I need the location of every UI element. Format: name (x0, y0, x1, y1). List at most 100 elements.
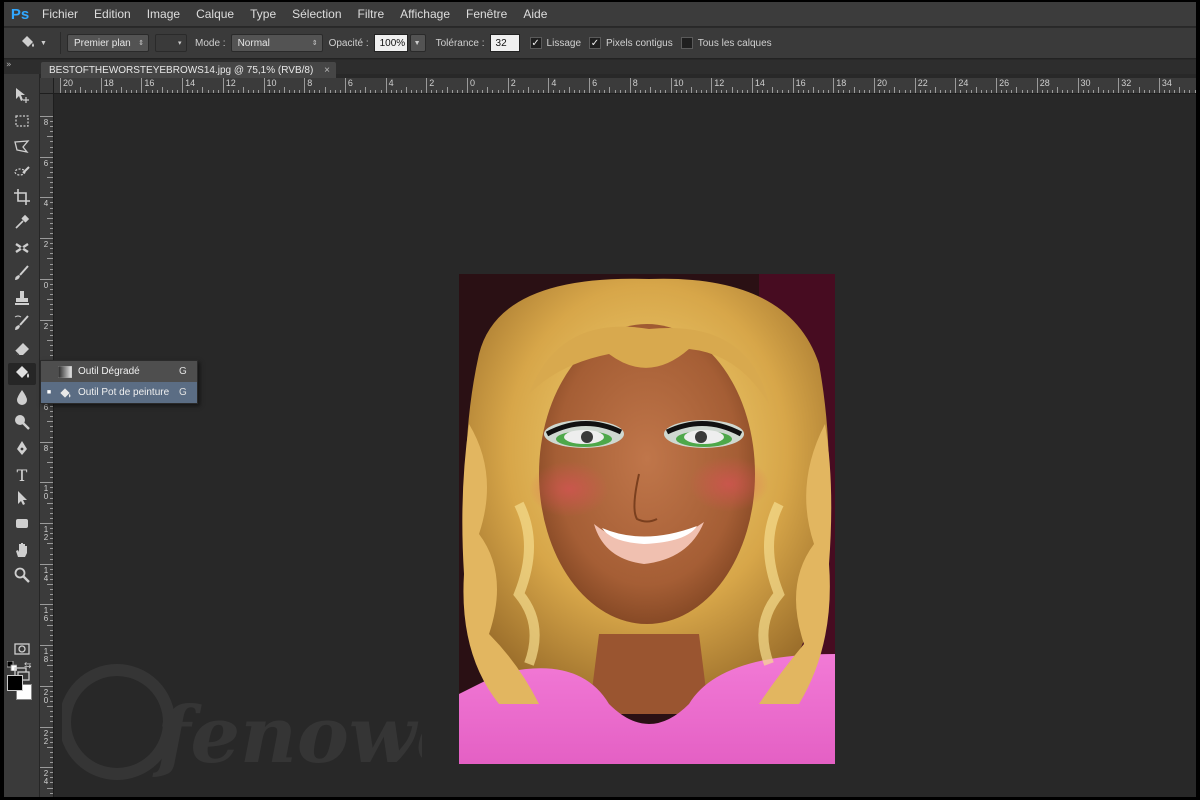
move-tool[interactable] (8, 86, 36, 108)
antialias-checkbox[interactable]: ✓ (529, 37, 542, 49)
foreground-color-swatch[interactable] (7, 675, 23, 691)
brush-tool[interactable] (8, 264, 36, 286)
photoshop-logo: Ps (10, 5, 30, 23)
ruler-minor-tick (416, 90, 418, 93)
quick-mask-button[interactable] (8, 640, 36, 662)
ruler-minor-tick (50, 757, 53, 759)
crop-tool[interactable] (8, 188, 36, 210)
ruler-minor-tick (50, 451, 53, 453)
ruler-minor-tick (70, 90, 72, 93)
ruler-minor-tick (288, 90, 290, 93)
ruler-minor-tick (50, 202, 53, 204)
ruler-tick (40, 767, 53, 769)
document-image[interactable] (459, 274, 835, 764)
document-tab-title: BESTOFTHEWORSTEYEBROWS14.jpg @ 75,1% (RV… (49, 64, 314, 76)
ruler-minor-tick (47, 217, 53, 219)
vertical-ruler[interactable]: 8642024681012141618202224 (40, 94, 54, 797)
crop-icon (13, 188, 31, 210)
all-layers-checkbox[interactable] (680, 37, 693, 49)
dodge-tool[interactable] (8, 413, 36, 435)
menu-type[interactable]: Type (242, 2, 284, 26)
paint-bucket-tool[interactable] (8, 363, 36, 385)
ruler-minor-tick (50, 288, 53, 290)
document-tab[interactable]: BESTOFTHEWORSTEYEBROWS14.jpg @ 75,1% (RV… (41, 62, 336, 78)
eraser-tool[interactable] (8, 339, 36, 361)
pattern-picker[interactable]: ▾ (155, 34, 187, 52)
menu-filtre[interactable]: Filtre (350, 2, 393, 26)
brush-icon (13, 264, 31, 286)
close-icon[interactable]: × (324, 65, 330, 76)
horizontal-ruler[interactable]: 20 18 16 14 12 10 8 6 4 2 0 2 4 6 8 10 12 14 16 18 20 22 24 26 2… (54, 78, 1196, 94)
eyedropper-icon (13, 213, 31, 235)
ruler-minor-tick (858, 90, 860, 93)
blur-tool[interactable] (8, 388, 36, 410)
ruler-minor-tick (1138, 87, 1140, 93)
pen-tool[interactable] (8, 439, 36, 461)
clone-stamp-tool[interactable] (8, 289, 36, 311)
ruler-tick (751, 78, 753, 93)
opacity-slider-button[interactable]: ▼ (409, 34, 426, 52)
contiguous-checkbox[interactable]: ✓ (589, 37, 601, 49)
pen-icon (13, 439, 31, 461)
menu-affichage[interactable]: Affichage (392, 2, 458, 26)
type-tool[interactable]: T (8, 464, 36, 486)
healing-brush-tool[interactable] (8, 239, 36, 261)
ruler-label: 20 (43, 687, 49, 705)
zoom-icon (13, 566, 31, 588)
shape-tool[interactable] (8, 514, 36, 536)
ruler-minor-tick (50, 146, 53, 148)
ruler-tick (792, 78, 794, 93)
ruler-minor-tick (151, 90, 153, 93)
ruler-tick (1158, 78, 1160, 93)
ruler-minor-tick (50, 344, 53, 346)
history-brush-tool[interactable] (8, 314, 36, 336)
ruler-minor-tick (828, 90, 830, 93)
menu-calque[interactable]: Calque (188, 2, 242, 26)
ruler-minor-tick (50, 690, 53, 692)
menu-fichier[interactable]: Fichier (34, 2, 86, 26)
lasso-tool[interactable] (8, 138, 36, 160)
ruler-minor-tick (889, 90, 891, 93)
collapse-panel-icon[interactable]: » (6, 60, 12, 70)
blend-mode-select[interactable]: Normal ⇕ (230, 34, 323, 52)
ruler-minor-tick (1072, 90, 1074, 93)
hand-tool[interactable] (8, 541, 36, 563)
flyout-item-paint-bucket[interactable]: ■ Outil Pot de peinture G (41, 382, 197, 403)
canvas-area[interactable] (55, 95, 1196, 797)
ruler-tick (40, 116, 53, 117)
stepper-icon: ⇕ (311, 40, 318, 47)
path-selection-tool[interactable] (8, 489, 36, 511)
portrait-photo (459, 274, 835, 764)
ruler-minor-tick (853, 87, 855, 93)
ruler-minor-tick (375, 90, 377, 93)
ruler-minor-tick (329, 90, 331, 93)
ruler-label: 22 (43, 728, 49, 746)
menu-aide[interactable]: Aide (515, 2, 555, 26)
marquee-tool[interactable] (8, 112, 36, 134)
eyedropper-tool[interactable] (8, 213, 36, 235)
ruler-minor-tick (960, 90, 962, 93)
chevron-down-icon: ▾ (178, 40, 182, 47)
ruler-minor-tick (736, 90, 738, 93)
ruler-minor-tick (1082, 90, 1084, 93)
ruler-minor-tick (110, 90, 112, 93)
flyout-item-gradient[interactable]: Outil Dégradé G (41, 361, 197, 382)
history-brush-icon (13, 314, 31, 336)
menu-image[interactable]: Image (139, 2, 188, 26)
ruler-tick (40, 197, 53, 199)
menu-edition[interactable]: Edition (86, 2, 139, 26)
tools-panel: T ⇆ (4, 74, 40, 797)
ruler-label: 0 (43, 280, 49, 290)
options-bar: ▼ Premier plan ⇕ ▾ Mode : Normal ⇕ Opaci… (4, 27, 1196, 59)
menu-fenetre[interactable]: Fenêtre (458, 2, 515, 26)
menu-selection[interactable]: Sélection (284, 2, 349, 26)
ruler-minor-tick (680, 90, 682, 93)
opacity-input[interactable]: 100% (373, 34, 408, 52)
tolerance-input[interactable]: 32 (489, 34, 520, 52)
fill-source-select[interactable]: Premier plan ⇕ (67, 34, 149, 52)
zoom-tool[interactable] (8, 566, 36, 588)
fill-source-value: Premier plan (74, 37, 131, 49)
quick-selection-tool[interactable] (8, 163, 36, 185)
tool-preset-picker[interactable]: ▼ (18, 33, 54, 54)
ruler-origin[interactable] (40, 78, 54, 94)
